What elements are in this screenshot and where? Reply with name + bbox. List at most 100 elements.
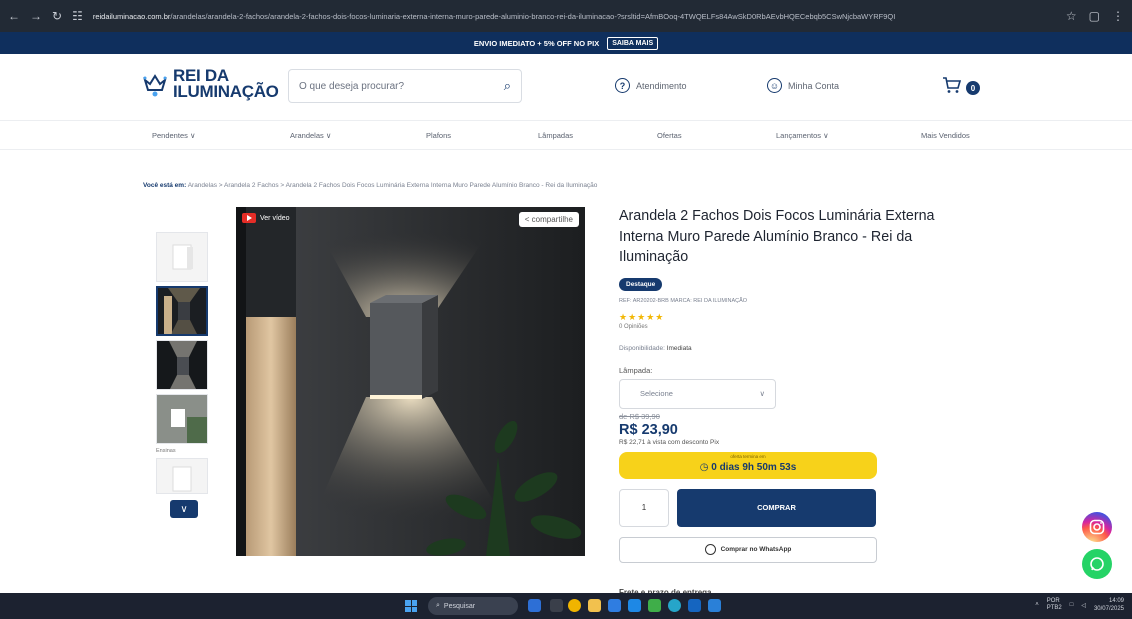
price: R$ 23,90: [619, 421, 678, 438]
share-button[interactable]: < compartilhe: [518, 212, 579, 227]
menu-item-arandelas[interactable]: Arandelas ∨: [290, 131, 331, 140]
language-indicator[interactable]: POR PTB2: [1047, 598, 1062, 612]
browser-tools: ☆ ▢ ⋮: [1066, 9, 1124, 23]
app-icon[interactable]: [688, 599, 701, 612]
menu-item-lancamentos[interactable]: Lançamentos ∨: [776, 131, 829, 140]
tray-chevron-icon[interactable]: ˄: [1035, 602, 1039, 608]
app-icon[interactable]: [628, 599, 641, 612]
thumbnail[interactable]: [156, 458, 208, 494]
cart-icon: [942, 76, 962, 100]
promo-bar: ENVIO IMEDIATO + 5% OFF NO PIX SAIBA MAI…: [0, 32, 1132, 54]
share-icon: <: [524, 215, 530, 224]
sound-icon[interactable]: ◁: [1081, 602, 1086, 609]
network-icon[interactable]: □: [1070, 602, 1074, 608]
menu-item-lampadas[interactable]: Lâmpadas: [538, 131, 573, 140]
search-input[interactable]: O que deseja procurar? ⌕: [288, 69, 522, 103]
reload-icon[interactable]: ↻: [52, 9, 62, 23]
buy-row: 1 COMPRAR: [619, 488, 979, 527]
bookmark-star-icon[interactable]: ☆: [1066, 9, 1077, 23]
thumbnail-caption: Ensinas: [156, 448, 176, 454]
availability-label: Disponibilidade:: [619, 344, 665, 352]
timer-caption: oferta termina em: [730, 453, 766, 459]
promo-text: ENVIO IMEDIATO + 5% OFF NO PIX: [473, 38, 600, 48]
menu-item-pendentes[interactable]: Pendentes ∨: [152, 131, 195, 140]
availability-value: Imediata: [666, 344, 692, 352]
chevron-down-icon[interactable]: ∨: [170, 500, 198, 518]
search-icon: ⌕: [436, 602, 440, 609]
browser-toolbar: ← → ↻ ☷ reidailuminacao.com.br/arandelas…: [0, 0, 1132, 32]
site-header: REI DA ILUMINAÇÃO O que deseja procurar?…: [0, 54, 1132, 120]
whatsapp-buy-button[interactable]: Comprar no WhatsApp: [619, 536, 877, 563]
buy-button[interactable]: COMPRAR: [677, 488, 876, 527]
browser-menu-icon[interactable]: ⋮: [1112, 9, 1124, 23]
task-view-icon[interactable]: [550, 599, 563, 612]
site-info-icon[interactable]: ☷: [72, 9, 83, 23]
instagram-icon[interactable]: [1082, 512, 1112, 542]
lamp-select[interactable]: Selecione ∨: [619, 378, 776, 409]
search-placeholder: O que deseja procurar?: [299, 80, 405, 92]
youtube-icon: [242, 213, 256, 223]
date: 30/07/2025: [1093, 606, 1124, 612]
product-photo: [236, 207, 585, 556]
main-menu: Pendentes ∨ Arandelas ∨ Plafons Lâmpadas…: [0, 120, 1132, 150]
app-icon[interactable]: [708, 599, 721, 612]
help-icon: ?: [615, 78, 630, 93]
thumbnail[interactable]: [156, 340, 208, 390]
browser-nav: ← → ↻ ☷: [8, 9, 83, 23]
product-info: Arandela 2 Fachos Dois Focos Luminária E…: [619, 206, 979, 563]
destaque-badge: Destaque: [619, 277, 663, 291]
address-bar[interactable]: reidailuminacao.com.br/arandelas/arandel…: [93, 12, 1056, 21]
video-button[interactable]: Ver vídeo: [242, 213, 290, 223]
whatsapp-float-icon[interactable]: [1082, 549, 1112, 579]
windows-start-icon[interactable]: [405, 600, 417, 612]
extensions-icon[interactable]: ▢: [1089, 9, 1100, 23]
forward-icon[interactable]: →: [30, 9, 42, 23]
product-title: Arandela 2 Fachos Dois Focos Luminária E…: [619, 208, 935, 265]
cart-button[interactable]: 0: [942, 76, 980, 100]
edge-icon[interactable]: [668, 599, 681, 612]
breadcrumb: Você está em: Arandelas > Arandela 2 Fac…: [143, 182, 597, 189]
rating-stars[interactable]: ★★★★★: [619, 312, 979, 323]
thumbnail[interactable]: [156, 394, 208, 444]
widgets-icon[interactable]: [528, 599, 541, 612]
logo[interactable]: REI DA ILUMINAÇÃO: [143, 67, 279, 101]
lamp-label: Lâmpada:: [619, 365, 653, 375]
back-icon[interactable]: ←: [8, 9, 20, 23]
menu-item-mais-vendidos[interactable]: Mais Vendidos: [921, 131, 970, 140]
os-taskbar: ⌕ Pesquisar ˄ POR PTB2 □ ◁ 14:09 30/07/202…: [0, 593, 1132, 619]
availability: Disponibilidade: Imediata: [619, 345, 979, 352]
breadcrumb-path[interactable]: Arandelas > Arandela 2 Fachos > Arandela…: [188, 182, 598, 189]
atendimento-link[interactable]: ? Atendimento: [615, 78, 687, 93]
user-icon: ☺: [767, 78, 782, 93]
product-main-image[interactable]: Ver vídeo < compartilhe: [236, 207, 585, 556]
thumbnail-active[interactable]: [156, 286, 208, 336]
saiba-mais-button[interactable]: SAIBA MAIS: [607, 36, 659, 50]
chevron-down-icon: ∨: [759, 389, 766, 398]
url-path: /arandelas/arandela-2-fachos/arandela-2-…: [170, 11, 896, 21]
share-label: compartilhe: [531, 215, 573, 224]
atendimento-label: Atendimento: [636, 80, 687, 91]
menu-item-ofertas[interactable]: Ofertas: [657, 131, 682, 140]
app-icon[interactable]: [648, 599, 661, 612]
file-explorer-icon[interactable]: [588, 599, 601, 612]
clock[interactable]: 14:09 30/07/2025: [1094, 597, 1124, 613]
pix-price: R$ 22,71 à vista com desconto Pix: [619, 438, 720, 446]
minha-conta-link[interactable]: ☺ Minha Conta: [767, 78, 839, 93]
whatsapp-buy-label: Comprar no WhatsApp: [720, 546, 792, 553]
quantity-input[interactable]: 1: [619, 488, 669, 527]
chrome-icon[interactable]: [568, 599, 581, 612]
lamp-select-value: Selecione: [640, 389, 673, 398]
search-icon[interactable]: ⌕: [504, 78, 511, 94]
thumbnail[interactable]: [156, 232, 208, 282]
thumbnail-list: Ensinas ∨: [156, 232, 212, 518]
taskbar-search[interactable]: ⌕ Pesquisar: [428, 597, 518, 615]
logo-text: REI DA ILUMINAÇÃO: [173, 67, 279, 101]
crown-lamp-icon: [143, 70, 167, 98]
reviews-count[interactable]: 0 Opiniões: [619, 324, 979, 330]
menu-item-plafons[interactable]: Plafons: [426, 131, 451, 140]
url-domain: reidailuminacao.com.br: [92, 11, 171, 21]
logo-line-2: ILUMINAÇÃO: [173, 82, 279, 101]
breadcrumb-prefix: Você está em:: [143, 182, 187, 189]
store-icon[interactable]: [608, 599, 621, 612]
system-tray: ˄ POR PTB2 □ ◁ 14:09 30/07/2025: [1035, 597, 1124, 613]
